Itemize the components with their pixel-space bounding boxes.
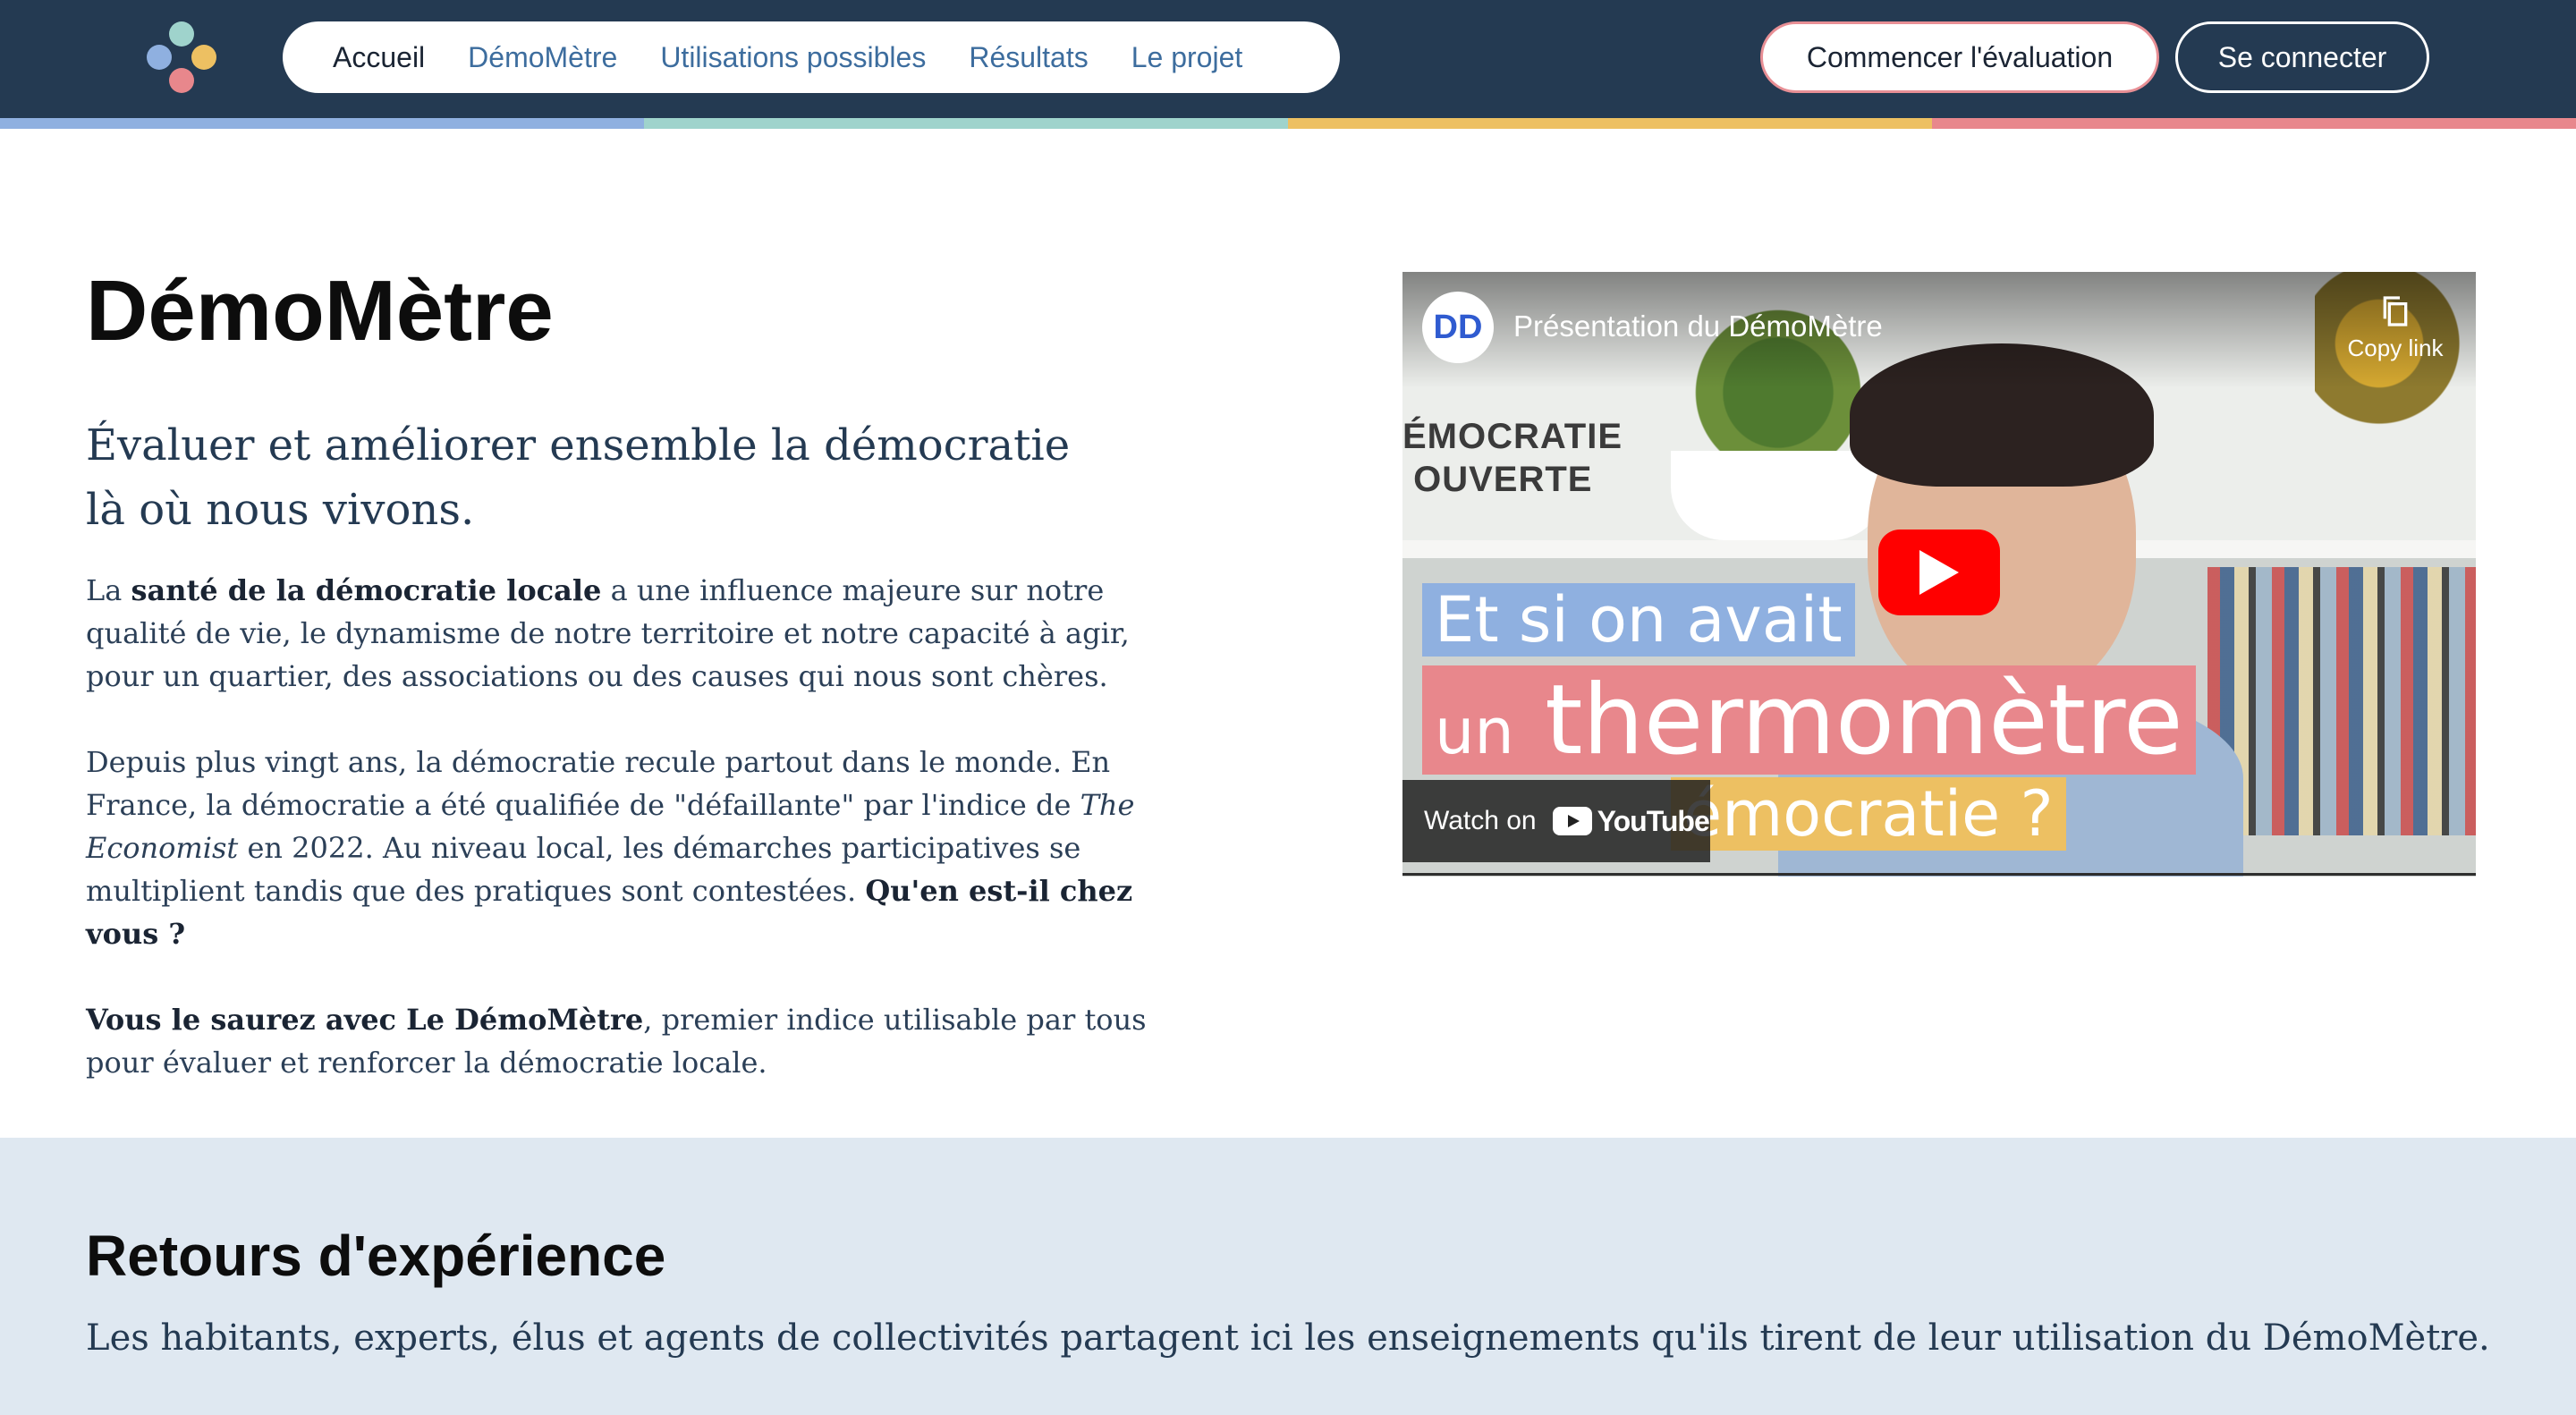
feedback-section: Retours d'expérience Les habitants, expe…: [0, 1138, 2576, 1415]
caption-line-1: Et si on avait: [1422, 583, 1855, 657]
youtube-play-icon: [1552, 807, 1592, 835]
play-button[interactable]: [1878, 530, 2000, 615]
header-stripe-yellow: [1288, 118, 1932, 129]
video-scene-pot: [1671, 451, 1885, 540]
watch-on-youtube-button[interactable]: Watch on YouTube: [1402, 780, 1710, 862]
header-stripe-teal: [644, 118, 1288, 129]
copy-link-button[interactable]: Copy link: [2333, 293, 2458, 362]
caption-line-2-big: thermomètre: [1545, 665, 2183, 776]
header-stripe-pink: [1932, 118, 2576, 129]
intro-text: La santé de la démocratie locale a une i…: [86, 569, 1195, 1127]
intro-paragraph-1: La santé de la démocratie locale a une i…: [86, 569, 1195, 698]
nav-item-utilisations[interactable]: Utilisations possibles: [660, 41, 926, 74]
video-background-text: ÉMOCRATIE OUVERTE: [1402, 417, 1623, 499]
header-stripe-blue: [0, 118, 644, 129]
channel-avatar[interactable]: DD: [1422, 292, 1494, 363]
copy-link-label: Copy link: [2347, 335, 2444, 361]
p3-bold: Vous le saurez avec Le DémoMètre: [86, 1003, 644, 1037]
video-progress-line: [1402, 873, 2476, 876]
youtube-video-embed[interactable]: ÉMOCRATIE OUVERTE DD Présentation du Dém…: [1402, 272, 2476, 877]
nav-item-projet[interactable]: Le projet: [1131, 41, 1243, 74]
feedback-description: Les habitants, experts, élus et agents d…: [86, 1318, 2490, 1359]
page-title: DémoMètre: [86, 263, 554, 359]
main-nav: Accueil DémoMètre Utilisations possibles…: [283, 21, 1340, 93]
intro-paragraph-3: Vous le saurez avec Le DémoMètre, premie…: [86, 998, 1195, 1084]
nav-item-resultats[interactable]: Résultats: [969, 41, 1088, 74]
p1-prefix: La: [86, 573, 131, 607]
play-icon: [1919, 550, 1959, 595]
feedback-title: Retours d'expérience: [86, 1224, 666, 1288]
youtube-wordmark: YouTube: [1597, 804, 1710, 837]
copy-icon: [2383, 296, 2408, 326]
logo-dot-left: [147, 45, 172, 70]
p1-bold: santé de la démocratie locale: [131, 573, 602, 607]
page-subtitle: Évaluer et améliorer ensemble la démocra…: [86, 420, 1071, 535]
caption-line-2-small: un: [1435, 695, 1514, 768]
logo-dot-right: [191, 45, 216, 70]
logo-dot-bottom: [169, 68, 194, 93]
nav-item-demometre[interactable]: DémoMètre: [468, 41, 617, 74]
watch-on-label: Watch on: [1424, 806, 1537, 835]
p2-prefix: Depuis plus vingt ans, la démocratie rec…: [86, 745, 1111, 822]
intro-paragraph-2: Depuis plus vingt ans, la démocratie rec…: [86, 741, 1195, 955]
login-button[interactable]: Se connecter: [2175, 21, 2429, 93]
site-logo[interactable]: [143, 20, 220, 97]
nav-item-accueil[interactable]: Accueil: [333, 41, 425, 74]
caption-line-2: un thermomètre: [1422, 665, 2196, 775]
video-title[interactable]: Présentation du DémoMètre: [1513, 309, 1883, 343]
top-header: Accueil DémoMètre Utilisations possibles…: [0, 0, 2576, 118]
caption-line-3: émocratie ?: [1671, 777, 2066, 851]
video-scene-books: [2207, 567, 2476, 835]
logo-dot-top: [169, 21, 194, 47]
youtube-logo: YouTube: [1552, 804, 1710, 838]
start-evaluation-button[interactable]: Commencer l'évaluation: [1760, 21, 2159, 93]
